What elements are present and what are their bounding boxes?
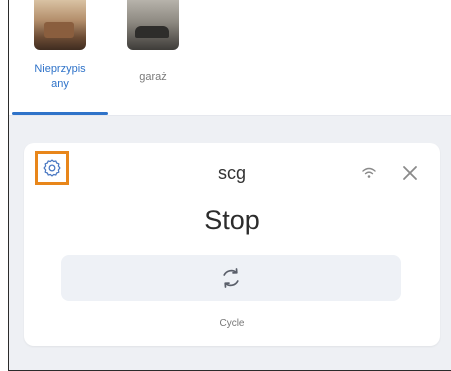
app-screen: Nieprzypis any garaż scg Stop Cycle [8, 0, 451, 371]
room-tabs: Nieprzypis any garaż [9, 0, 451, 116]
wifi-icon [362, 167, 376, 178]
device-state: Stop [204, 205, 260, 235]
cycle-label: Cycle [219, 318, 245, 329]
room-tab-garage[interactable]: garaż [105, 0, 201, 116]
devices-area: scg Stop Cycle [9, 116, 451, 370]
device-card: scg Stop Cycle [24, 143, 440, 346]
room-tab-label: garaż [139, 71, 167, 83]
room-thumbnail-garage [127, 0, 179, 50]
close-button[interactable] [399, 162, 421, 184]
room-thumbnail-unassigned [34, 0, 86, 50]
room-tab-unassigned[interactable]: Nieprzypis any [12, 0, 108, 116]
room-tab-label-line: Nieprzypis [34, 63, 86, 75]
room-tab-label: Nieprzypis any [12, 62, 108, 92]
room-tab-label-line: any [51, 78, 69, 90]
close-icon [403, 166, 417, 180]
app-frame: Nieprzypis any garaż scg Stop Cycle [0, 0, 451, 371]
cycle-button[interactable] [61, 255, 401, 301]
cycle-icon [223, 268, 239, 288]
device-name: scg [217, 163, 246, 183]
